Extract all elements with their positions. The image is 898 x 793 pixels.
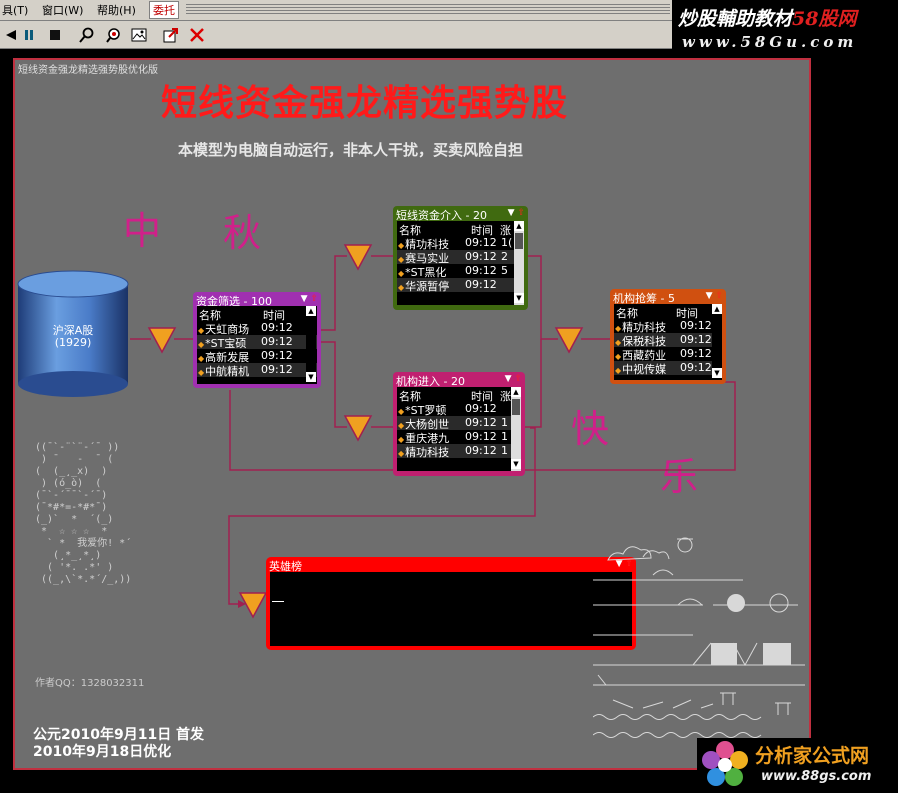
ascii-art: ((¯`-¨`¨-´¯ )) ) ¯ - ¯ (( (_¸_x) ) ) (ó_…	[35, 442, 132, 585]
panel-table: 名称 时间 涨 精功科技09:121( 赛马实业09:122 *ST黑化09:1…	[397, 221, 524, 305]
panel-menu-icon[interactable]: ▼ ⇧	[301, 294, 318, 304]
close-icon[interactable]	[187, 25, 206, 44]
table-row[interactable]: 重庆港九09:121	[397, 430, 521, 445]
corner-brand-url: www.88gs.com	[761, 769, 872, 784]
table-row[interactable]: 大杨创世09:121	[397, 416, 521, 431]
brand-title-suffix: 58股网	[792, 8, 857, 30]
stop-icon[interactable]	[45, 25, 64, 44]
table-row[interactable]: 高新发展09:12	[197, 349, 317, 364]
table-row[interactable]: *ST黑化09:125	[397, 264, 524, 279]
find-icon[interactable]	[104, 25, 123, 44]
menu-help[interactable]: 帮助(H)	[97, 2, 136, 18]
table-row[interactable]: 中视传媒09:12	[614, 361, 722, 376]
panel-menu-icon[interactable]: ▼ ⇧	[706, 291, 723, 301]
table-row[interactable]: 精功科技09:121	[397, 444, 521, 459]
panel-shortline-capital[interactable]: 短线资金介入 - 20 ▼ ⇧ 名称 时间 涨 精功科技09:121( 赛马实业…	[393, 206, 528, 310]
toolbar	[0, 21, 672, 49]
image-icon[interactable]	[129, 25, 148, 44]
pause-icon[interactable]	[19, 25, 38, 44]
panel-institution-entry[interactable]: 机构进入 - 20 ▼ ⇧ 名称 时间 涨 *ST罗顿09:12 大杨创世09:…	[393, 372, 525, 476]
corner-brand: 分析家公式网 www.88gs.com	[697, 738, 895, 790]
menu-bar: 具(T) 窗口(W) 帮助(H) 委托	[0, 0, 672, 21]
scrollbar[interactable]: ▲ ▼	[306, 306, 316, 384]
table-row[interactable]: 精功科技09:121(	[397, 236, 524, 251]
panel-table: 名称 时间 精功科技09:12 保税科技09:12 西藏药业09:12 中视传媒…	[614, 304, 722, 380]
release-line-2: 2010年9月18日优化	[33, 744, 172, 760]
export-icon[interactable]	[161, 25, 180, 44]
formula-canvas: 短线资金强龙精选强势股优化版 短线资金强龙精选强势股 本模型为电脑自动运行，非本…	[13, 58, 811, 770]
table-row[interactable]: 保税科技09:12	[614, 333, 722, 348]
table-row[interactable]: 赛马实业09:122	[397, 250, 524, 265]
panel-table: 名称 时间 涨 *ST罗顿09:12 大杨创世09:121 重庆港九09:121…	[397, 387, 521, 471]
table-row[interactable]: 天虹商场09:12	[197, 321, 317, 336]
panel-capital-filter[interactable]: 资金筛选 - 100 ▼ ⇧ 名称 时间 天虹商场09:12 *ST宝硕09:1…	[193, 292, 321, 388]
table-row[interactable]: 中航精机09:12	[197, 363, 317, 378]
table-row[interactable]: 西藏药业09:12	[614, 347, 722, 362]
scrollbar[interactable]: ▲ ▼	[712, 304, 722, 380]
panel-heroes[interactable]: 英雄榜 ▼ ⇧	[266, 557, 636, 650]
flower-logo	[702, 741, 748, 786]
panel-menu-icon[interactable]: ▼ ⇧	[508, 208, 525, 218]
panel-menu-icon[interactable]: ▼ ⇧	[505, 374, 522, 384]
panel-institution-grab[interactable]: 机构抢筹 - 5 ▼ ⇧ 名称 时间 精功科技09:12 保税科技09:12 西…	[610, 289, 726, 384]
search-icon[interactable]	[77, 25, 96, 44]
panel-table	[270, 572, 632, 646]
scrollbar[interactable]: ▲ ▼	[511, 387, 521, 471]
table-row[interactable]: *ST宝硕09:12	[197, 335, 317, 350]
brand-banner: 炒股輔助教材58股网 www.58Gu.com	[672, 0, 898, 58]
corner-brand-name: 分析家公式网	[755, 745, 870, 767]
brand-title: 炒股輔助教材	[678, 8, 793, 30]
panel-table: 名称 时间 天虹商场09:12 *ST宝硕09:12 高新发展09:12 中航精…	[197, 306, 317, 384]
author-contact: 作者QQ：1328032311	[35, 678, 145, 689]
database-count: (1929)	[54, 336, 92, 349]
stock-database-node[interactable]: 沪深A股 (1929)	[17, 270, 129, 398]
scrollbar[interactable]: ▲ ▼	[514, 221, 524, 305]
brand-url: www.58Gu.com	[682, 33, 858, 51]
menu-grip	[186, 4, 670, 16]
menu-trade[interactable]: 委托	[149, 1, 179, 19]
table-row[interactable]: *ST罗顿09:12	[397, 402, 521, 417]
menu-tools[interactable]: 具(T)	[2, 2, 28, 18]
table-row[interactable]: 华源暂停09:12	[397, 278, 524, 293]
menu-window[interactable]: 窗口(W)	[42, 2, 83, 18]
landscape-decoration	[593, 537, 805, 738]
table-row[interactable]: 精功科技09:12	[614, 319, 722, 334]
